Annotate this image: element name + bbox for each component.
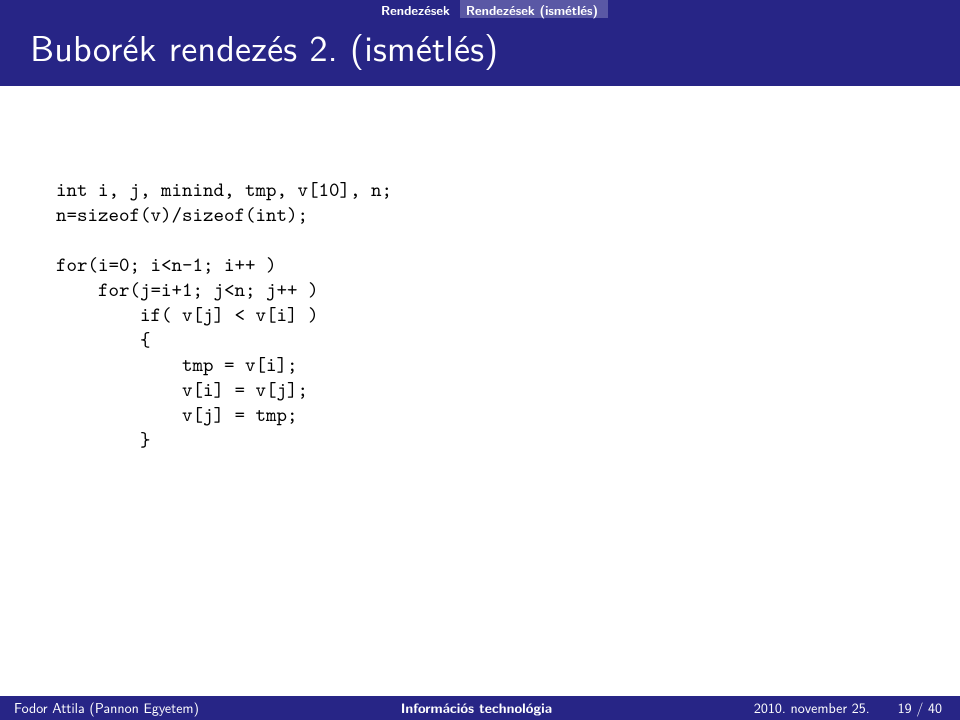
code-line: {: [56, 327, 151, 353]
footer-course: Információs technológia: [199, 698, 754, 718]
breadcrumb-subsection: Rendezések (ismétlés): [460, 0, 608, 18]
breadcrumb-section: Rendezések: [375, 0, 460, 18]
code-line: tmp = v[i];: [56, 352, 298, 378]
code-line: v[i] = v[j];: [56, 377, 308, 403]
slide-header: Rendezések Rendezések (ismétlés) Buborék…: [0, 0, 960, 86]
breadcrumb: Rendezések Rendezések (ismétlés): [375, 0, 608, 18]
slide-content: int i, j, minind, tmp, v[10], n; n=sizeo…: [0, 86, 960, 696]
footer-date: 2010. november 25.: [754, 698, 870, 718]
code-line: v[j] = tmp;: [56, 402, 298, 428]
footer-author: Fodor Attila (Pannon Egyetem): [14, 698, 199, 718]
slide-footer: Fodor Attila (Pannon Egyetem) Információ…: [0, 696, 960, 720]
code-line: int i, j, minind, tmp, v[10], n;: [56, 177, 392, 203]
code-line: }: [56, 427, 151, 453]
footer-page: 19 / 40: [898, 698, 942, 718]
code-line: for(j=i+1; j<n; j++ ): [56, 277, 319, 303]
code-line: for(i=0; i<n-1; i++ ): [56, 252, 277, 278]
code-line: if( v[j] < v[i] ): [56, 302, 319, 328]
code-line: n=sizeof(v)/sizeof(int);: [56, 202, 308, 228]
footer-right: 2010. november 25. 19 / 40: [754, 698, 942, 718]
slide-title: Buborék rendezés 2. (ismétlés): [30, 20, 498, 73]
